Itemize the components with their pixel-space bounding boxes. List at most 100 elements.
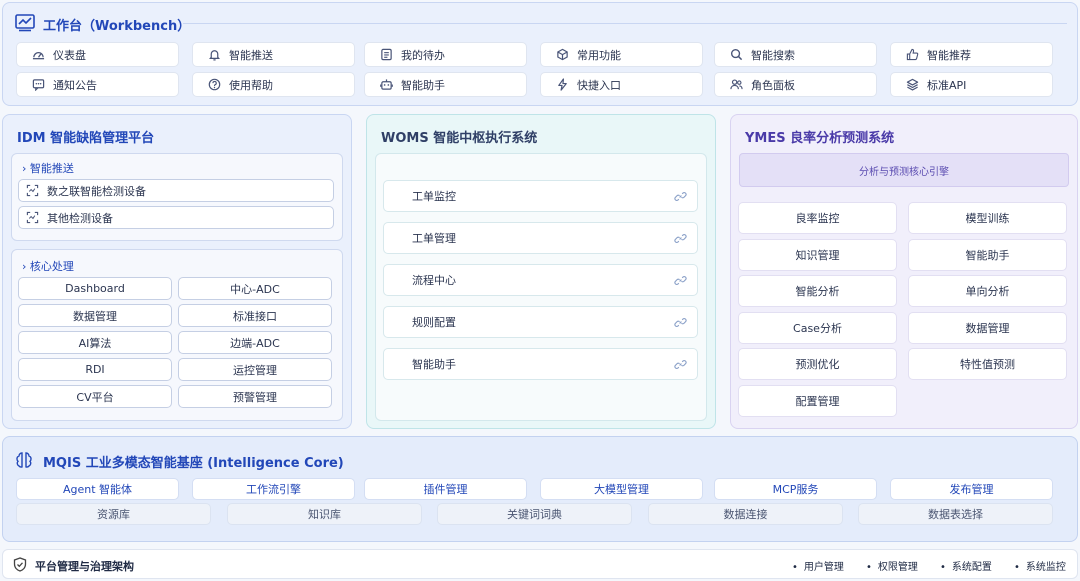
woms-item[interactable]: 工单管理 bbox=[383, 222, 698, 254]
idm-core-label: 标准接口 bbox=[233, 309, 277, 323]
workbench-item[interactable]: 仪表盘 bbox=[16, 42, 179, 67]
workbench-item[interactable]: 智能助手 bbox=[364, 72, 527, 97]
idm-core-label: 中心-ADC bbox=[230, 282, 280, 296]
cube-icon bbox=[555, 48, 569, 62]
woms-item[interactable]: 规则配置 bbox=[383, 306, 698, 338]
woms-item[interactable]: 流程中心 bbox=[383, 264, 698, 296]
idm-core-item[interactable]: CV平台 bbox=[18, 385, 172, 408]
mqis-resource-label: 资源库 bbox=[97, 508, 130, 521]
footer-nav-item[interactable]: • 权限管理 bbox=[866, 558, 918, 573]
users-icon bbox=[729, 78, 743, 92]
idm-core-item[interactable]: AI算法 bbox=[18, 331, 172, 354]
ymes-item-label: 配置管理 bbox=[795, 394, 840, 408]
mqis-resource-item[interactable]: 关键词词典 bbox=[437, 503, 632, 525]
ymes-item-label: 特性值预测 bbox=[960, 358, 1015, 371]
workbench-item-label: 标准API bbox=[927, 78, 967, 92]
idm-core-item[interactable]: 中心-ADC bbox=[178, 277, 332, 300]
ymes-item[interactable]: 单向分析 bbox=[908, 275, 1067, 307]
idm-device-item[interactable]: 数之联智能检测设备 bbox=[18, 179, 334, 202]
mqis-service-item[interactable]: 发布管理 bbox=[890, 478, 1053, 500]
mqis-service-label: Agent 智能体 bbox=[62, 483, 133, 496]
workbench-icon bbox=[15, 14, 35, 32]
todo-list-icon bbox=[379, 48, 393, 62]
idm-core-label: 运控管理 bbox=[233, 363, 277, 377]
mqis-resource-item[interactable]: 知识库 bbox=[227, 503, 422, 525]
footer-nav-item[interactable]: • 系统配置 bbox=[940, 558, 992, 573]
footer-nav-item[interactable]: • 用户管理 bbox=[792, 558, 844, 573]
workbench-item-label: 快捷入口 bbox=[577, 78, 621, 92]
idm-device-item[interactable]: 其他检测设备 bbox=[18, 206, 334, 229]
ymes-item[interactable]: 数据管理 bbox=[908, 311, 1067, 344]
idm-core-header[interactable]: › 核心处理 bbox=[22, 258, 74, 274]
workbench-item[interactable]: 智能推荐 bbox=[890, 42, 1053, 67]
mqis-resource-label: 关键词词典 bbox=[507, 508, 562, 521]
idm-core-item[interactable]: 标准接口 bbox=[178, 304, 332, 327]
idm-core-item[interactable]: 数据管理 bbox=[18, 304, 172, 327]
link-icon bbox=[673, 357, 687, 371]
woms-item[interactable]: 工单监控 bbox=[383, 180, 698, 212]
mqis-resource-item[interactable]: 数据连接 bbox=[648, 503, 843, 525]
footer-nav-item[interactable]: • 系统监控 bbox=[1014, 558, 1066, 573]
idm-core-item[interactable]: 边端-ADC bbox=[178, 331, 332, 354]
mqis-service-label: 插件管理 bbox=[423, 483, 468, 496]
thumbs-up-icon bbox=[905, 48, 919, 62]
mqis-resource-item[interactable]: 数据表选择 bbox=[858, 503, 1053, 525]
footer-title: 平台管理与治理架构 bbox=[35, 560, 134, 573]
mqis-service-item[interactable]: 大模型管理 bbox=[540, 478, 703, 500]
idm-core-item[interactable]: RDI bbox=[18, 358, 172, 381]
ymes-title: YMES 良率分析预测系统 bbox=[745, 131, 895, 146]
idm-core-item[interactable]: 运控管理 bbox=[178, 358, 332, 381]
shield-icon bbox=[13, 557, 27, 572]
woms-item-label: 工单管理 bbox=[412, 232, 456, 245]
link-icon bbox=[673, 273, 687, 287]
workbench-item-label: 智能推荐 bbox=[927, 48, 971, 62]
workbench-item[interactable]: 通知公告 bbox=[16, 72, 179, 97]
idm-core-item[interactable]: 预警管理 bbox=[178, 385, 332, 408]
workbench-item[interactable]: 智能推送 bbox=[192, 42, 355, 67]
ymes-item[interactable]: 智能助手 bbox=[908, 238, 1067, 271]
mqis-service-label: 大模型管理 bbox=[594, 483, 649, 496]
idm-core-label: 预警管理 bbox=[233, 390, 277, 404]
ymes-item[interactable]: 预测优化 bbox=[738, 348, 897, 380]
ymes-engine-bar: 分析与预测核心引擎 bbox=[739, 153, 1069, 187]
workbench-item[interactable]: 快捷入口 bbox=[540, 72, 703, 97]
bullet-icon: • bbox=[940, 562, 946, 573]
ymes-item[interactable]: 模型训练 bbox=[908, 202, 1067, 234]
mqis-service-item[interactable]: 工作流引擎 bbox=[192, 478, 355, 500]
ymes-item-label: Case分析 bbox=[793, 321, 842, 335]
ymes-item[interactable]: 知识管理 bbox=[738, 238, 897, 271]
workbench-item[interactable]: 标准API bbox=[890, 72, 1053, 97]
gauge-icon bbox=[31, 48, 45, 62]
workbench-item[interactable]: 智能搜索 bbox=[714, 42, 877, 67]
ymes-item[interactable]: 智能分析 bbox=[738, 275, 897, 307]
ymes-item[interactable]: Case分析 bbox=[738, 311, 897, 344]
ymes-panel: YMES 良率分析预测系统 分析与预测核心引擎 bbox=[730, 114, 1078, 429]
workbench-title: 工作台（Workbench） bbox=[43, 19, 191, 34]
mqis-title: MQIS 工业多模态智能基座 (Intelligence Core) bbox=[43, 456, 344, 471]
ymes-item[interactable]: 良率监控 bbox=[738, 202, 897, 234]
mqis-service-item[interactable]: Agent 智能体 bbox=[16, 478, 179, 500]
bullet-icon: • bbox=[1014, 562, 1020, 573]
mqis-resource-label: 数据连接 bbox=[723, 508, 768, 521]
ymes-item[interactable]: 特性值预测 bbox=[908, 348, 1067, 380]
layers-icon bbox=[905, 78, 919, 92]
idm-core-item[interactable]: Dashboard bbox=[18, 277, 172, 300]
bullet-icon: • bbox=[866, 562, 872, 573]
ymes-item[interactable]: 配置管理 bbox=[738, 384, 897, 417]
footer-nav-label: 系统配置 bbox=[951, 562, 992, 573]
scan-icon bbox=[25, 184, 39, 198]
workbench-item[interactable]: 角色面板 bbox=[714, 72, 877, 97]
mqis-service-item[interactable]: MCP服务 bbox=[714, 478, 877, 500]
workbench-item[interactable]: 常用功能 bbox=[540, 42, 703, 67]
idm-title: IDM 智能缺陷管理平台 bbox=[17, 131, 155, 146]
ymes-item-label: 预测优化 bbox=[795, 358, 840, 371]
mqis-service-label: MCP服务 bbox=[772, 483, 819, 496]
idm-panel: IDM 智能缺陷管理平台 › 智能推送 › 核心处理 bbox=[2, 114, 352, 429]
workbench-item[interactable]: 使用帮助 bbox=[192, 72, 355, 97]
woms-item[interactable]: 智能助手 bbox=[383, 348, 698, 380]
idm-core-label: 数据管理 bbox=[73, 309, 117, 323]
workbench-item[interactable]: 我的待办 bbox=[364, 42, 527, 67]
mqis-resource-item[interactable]: 资源库 bbox=[16, 503, 211, 525]
mqis-service-item[interactable]: 插件管理 bbox=[364, 478, 527, 500]
idm-push-header[interactable]: › 智能推送 bbox=[22, 160, 74, 176]
